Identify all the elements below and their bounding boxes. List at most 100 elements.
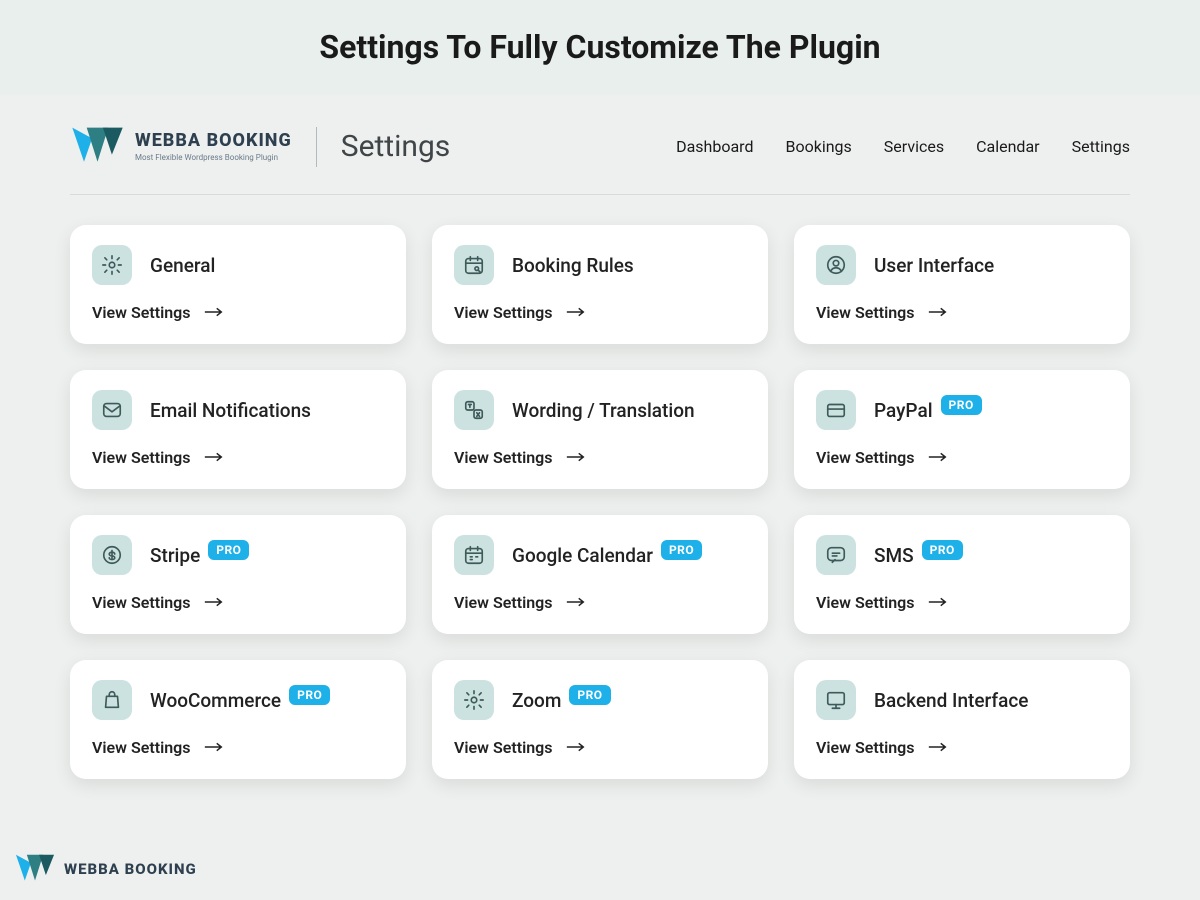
card-header: StripePRO [92,535,384,575]
arrow-right-icon [203,593,225,612]
card-title: WooCommercePRO [150,689,330,712]
logo-mark-icon [14,852,56,886]
user-circle-icon [816,245,856,285]
nav-settings[interactable]: Settings [1072,137,1130,156]
arrow-right-icon [927,303,949,322]
view-settings-label: View Settings [454,448,553,467]
bag-icon [92,680,132,720]
arrow-right-icon [203,303,225,322]
footer-logo: WEBBA BOOKING [14,852,197,886]
mail-icon [92,390,132,430]
nav-calendar[interactable]: Calendar [976,137,1039,156]
card-header: Booking Rules [454,245,746,285]
view-settings-label: View Settings [816,738,915,757]
card-title: SMSPRO [874,544,963,567]
settings-card[interactable]: SMSPRO View Settings [794,515,1130,634]
card-header: PayPalPRO [816,390,1108,430]
view-settings-link[interactable]: View Settings [454,593,746,612]
card-header: ZoomPRO [454,680,746,720]
settings-card[interactable]: Wording / Translation View Settings [432,370,768,489]
nav-dashboard[interactable]: Dashboard [676,137,753,156]
card-header: User Interface [816,245,1108,285]
settings-card[interactable]: User Interface View Settings [794,225,1130,344]
main-nav: Dashboard Bookings Services Calendar Set… [676,137,1130,156]
separator [316,127,317,167]
view-settings-link[interactable]: View Settings [816,738,1108,757]
card-title: User Interface [874,254,994,277]
chat-icon [816,535,856,575]
view-settings-link[interactable]: View Settings [92,303,384,322]
settings-card[interactable]: General View Settings [70,225,406,344]
settings-card[interactable]: ZoomPRO View Settings [432,660,768,779]
pro-badge: PRO [289,685,330,705]
settings-card[interactable]: Email Notifications View Settings [70,370,406,489]
settings-card[interactable]: StripePRO View Settings [70,515,406,634]
view-settings-link[interactable]: View Settings [454,303,746,322]
view-settings-link[interactable]: View Settings [816,593,1108,612]
brand-logo: WEBBA BOOKING Most Flexible Wordpress Bo… [70,124,292,169]
view-settings-link[interactable]: View Settings [454,738,746,757]
page-title: Settings [341,129,451,164]
view-settings-label: View Settings [454,593,553,612]
view-settings-link[interactable]: View Settings [816,448,1108,467]
calendar-icon [454,535,494,575]
settings-card[interactable]: PayPalPRO View Settings [794,370,1130,489]
card-header: Wording / Translation [454,390,746,430]
view-settings-label: View Settings [92,593,191,612]
dollar-circle-icon [92,535,132,575]
card-header: SMSPRO [816,535,1108,575]
card-icon [816,390,856,430]
view-settings-link[interactable]: View Settings [454,448,746,467]
card-title: Booking Rules [512,254,634,277]
arrow-right-icon [565,738,587,757]
divider [70,194,1130,195]
pro-badge: PRO [941,395,982,415]
pro-badge: PRO [208,540,249,560]
view-settings-label: View Settings [92,738,191,757]
view-settings-label: View Settings [454,303,553,322]
pro-badge: PRO [569,685,610,705]
arrow-right-icon [927,738,949,757]
pro-badge: PRO [661,540,702,560]
arrow-right-icon [927,448,949,467]
view-settings-link[interactable]: View Settings [92,448,384,467]
settings-card[interactable]: WooCommercePRO View Settings [70,660,406,779]
banner-title: Settings To Fully Customize The Plugin [0,28,1200,66]
view-settings-link[interactable]: View Settings [92,593,384,612]
card-header: Email Notifications [92,390,384,430]
card-title: StripePRO [150,544,249,567]
pro-badge: PRO [922,540,963,560]
card-header: General [92,245,384,285]
view-settings-label: View Settings [92,303,191,322]
view-settings-link[interactable]: View Settings [816,303,1108,322]
nav-bookings[interactable]: Bookings [785,137,851,156]
view-settings-label: View Settings [816,448,915,467]
view-settings-link[interactable]: View Settings [92,738,384,757]
card-title: PayPalPRO [874,399,982,422]
brand-tagline: Most Flexible Wordpress Booking Plugin [135,154,292,162]
card-title: ZoomPRO [512,689,611,712]
logo-mark-icon [70,124,125,169]
calendar-search-icon [454,245,494,285]
card-header: Google CalendarPRO [454,535,746,575]
arrow-right-icon [203,448,225,467]
monitor-icon [816,680,856,720]
card-header: WooCommercePRO [92,680,384,720]
card-title: Email Notifications [150,399,311,422]
settings-card[interactable]: Booking Rules View Settings [432,225,768,344]
nav-services[interactable]: Services [884,137,944,156]
settings-grid: General View Settings Booking Rules View Se… [0,225,1200,779]
header: WEBBA BOOKING Most Flexible Wordpress Bo… [0,94,1200,194]
settings-card[interactable]: Backend Interface View Settings [794,660,1130,779]
arrow-right-icon [565,303,587,322]
view-settings-label: View Settings [816,303,915,322]
card-title: Backend Interface [874,689,1028,712]
brand-name: WEBBA BOOKING [135,132,292,150]
card-title: Wording / Translation [512,399,695,422]
settings-card[interactable]: Google CalendarPRO View Settings [432,515,768,634]
view-settings-label: View Settings [816,593,915,612]
arrow-right-icon [203,738,225,757]
banner: Settings To Fully Customize The Plugin [0,0,1200,94]
footer-brand-name: WEBBA BOOKING [64,862,197,877]
gear-icon [454,680,494,720]
